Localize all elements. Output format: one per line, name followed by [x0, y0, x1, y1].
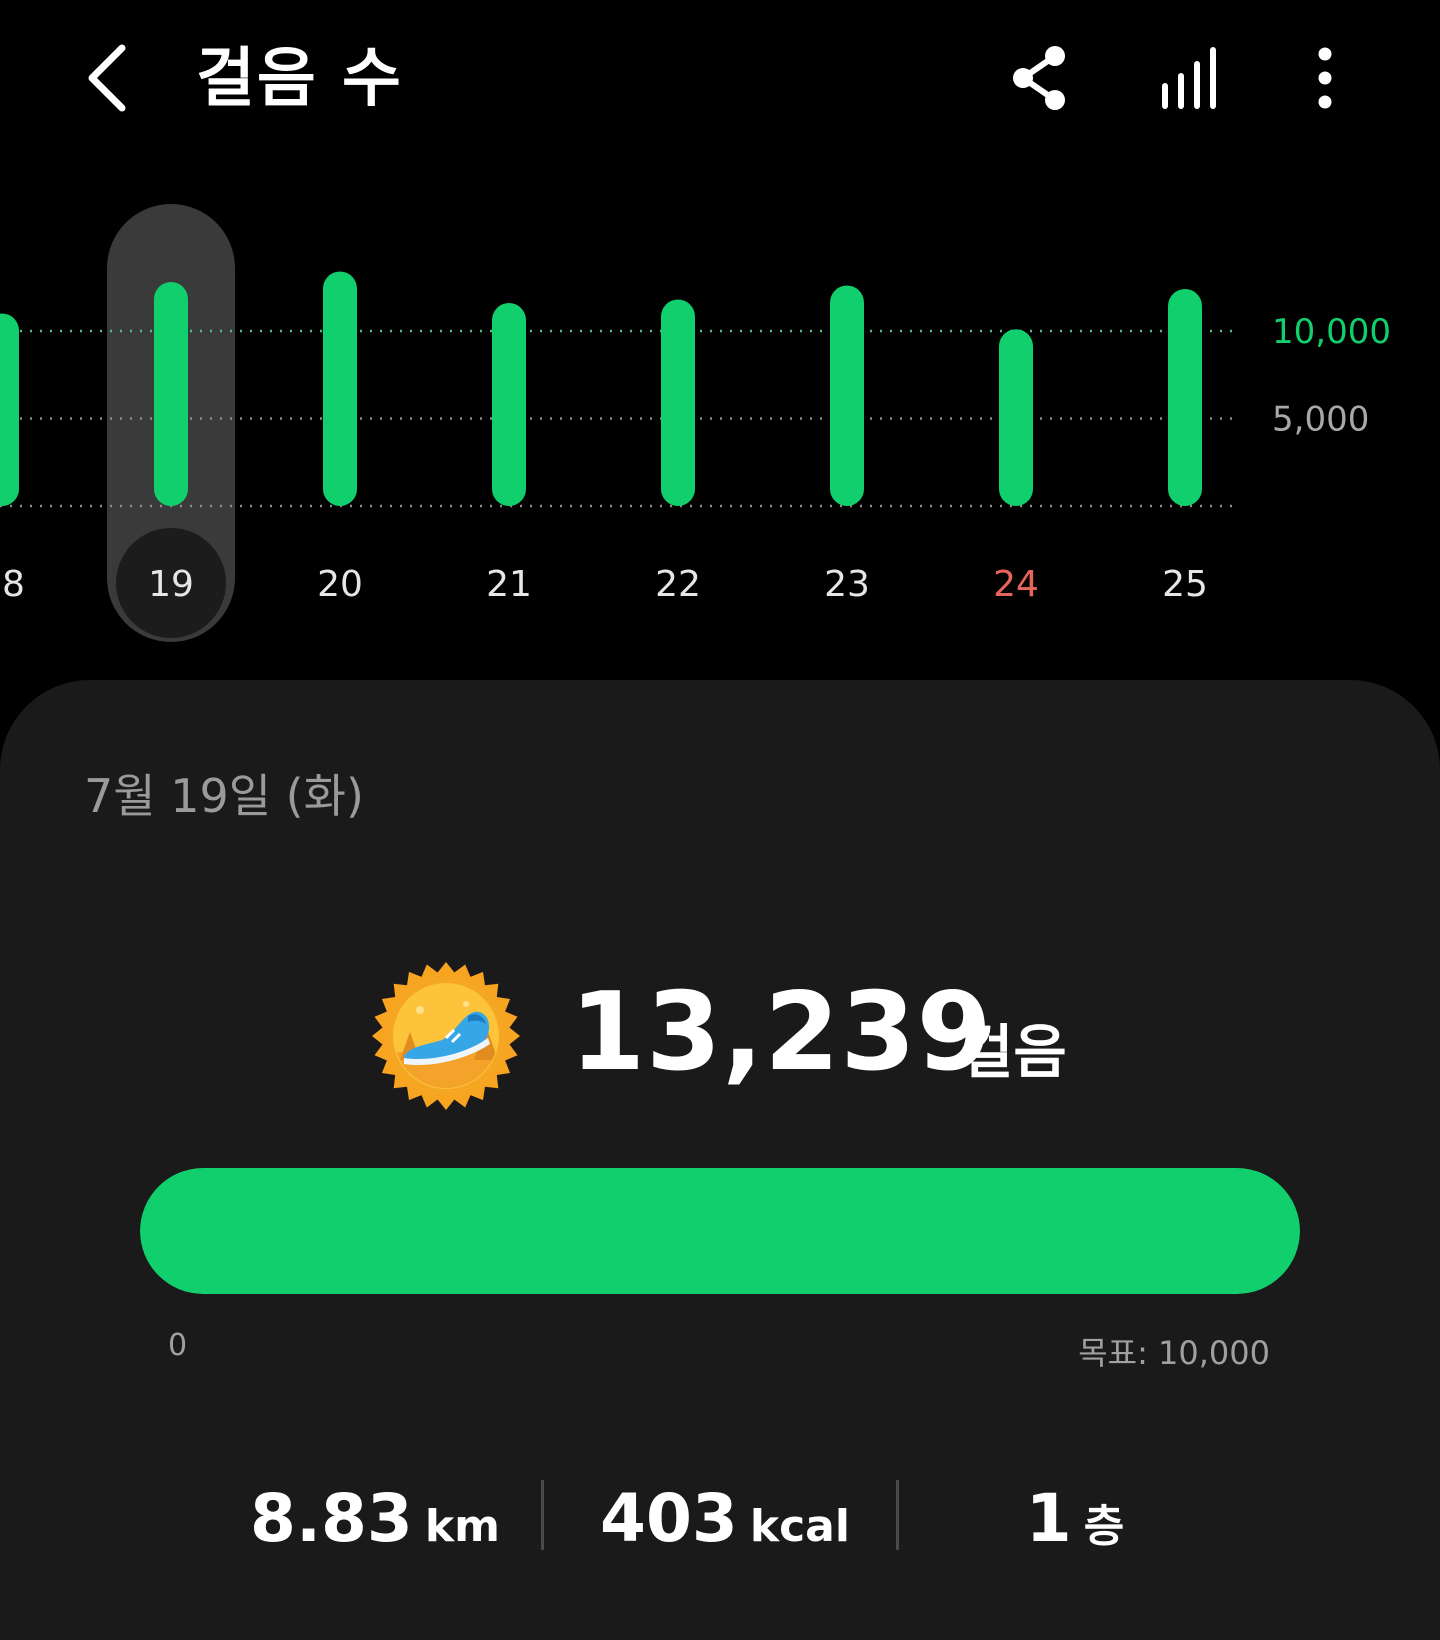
calories-unit: kcal — [749, 1501, 850, 1552]
steps-unit: 걸음 — [960, 1018, 1067, 1086]
x-tick-label[interactable]: 20 — [317, 564, 363, 605]
x-tick-label[interactable]: 25 — [1162, 564, 1208, 605]
share-icon — [1013, 46, 1065, 110]
bar[interactable] — [999, 329, 1033, 506]
progress-min-label: 0 — [168, 1328, 188, 1363]
floors-value: 1 — [1025, 1480, 1072, 1557]
y-tick-label: 10,000 — [1272, 312, 1391, 352]
calories-stat: 403 kcal — [560, 1480, 890, 1580]
x-tick-label[interactable]: 23 — [824, 564, 870, 605]
back-button[interactable] — [78, 38, 138, 118]
x-tick-label[interactable]: 22 — [655, 564, 701, 605]
bar-chart-icon — [1162, 47, 1216, 109]
bar[interactable] — [323, 271, 357, 507]
goal-progress-bar — [140, 1168, 1300, 1294]
x-tick-label[interactable]: 24 — [993, 564, 1039, 605]
trends-button[interactable] — [1155, 40, 1225, 116]
calories-value: 403 — [600, 1480, 738, 1557]
bar[interactable] — [0, 313, 19, 507]
floors-unit: 층 — [1083, 1501, 1125, 1552]
steps-summary: 13,239 걸음 — [360, 960, 1120, 1120]
goal-progress-fill — [140, 1168, 1300, 1294]
more-options-button[interactable] — [1295, 40, 1355, 116]
x-tick-label[interactable]: 18 — [0, 564, 25, 605]
x-tick-label[interactable]: 21 — [486, 564, 532, 605]
distance-stat: 8.83 km — [210, 1480, 540, 1580]
selected-date: 7월 19일 (화) — [84, 769, 364, 823]
bar[interactable] — [154, 282, 188, 506]
day-detail-card: 7월 19일 (화) 13,239 걸음 0 목표: 10,000 8.83 k… — [0, 680, 1440, 1640]
app-header: 걸음 수 — [0, 0, 1440, 160]
distance-unit: km — [424, 1501, 500, 1552]
share-button[interactable] — [1005, 40, 1075, 116]
bar[interactable] — [1168, 289, 1202, 506]
distance-value: 8.83 — [250, 1480, 413, 1557]
stat-divider — [541, 1480, 544, 1550]
more-vertical-icon — [1318, 47, 1332, 109]
stat-divider — [896, 1480, 899, 1550]
sneaker-medal-icon — [372, 962, 520, 1110]
x-tick-label[interactable]: 19 — [148, 564, 194, 605]
progress-goal-label: 목표: 10,000 — [1078, 1334, 1270, 1372]
steps-count: 13,239 — [570, 970, 993, 1095]
chevron-left-icon — [88, 44, 126, 112]
y-tick-label: 5,000 — [1272, 400, 1369, 440]
bar[interactable] — [661, 299, 695, 507]
page-title: 걸음 수 — [196, 42, 403, 116]
steps-bar-chart: 10,000 5,000 18 19 20 21 22 23 24 25 — [0, 204, 1391, 642]
activity-stats: 8.83 km 403 kcal 1 층 — [0, 1480, 1440, 1580]
bar[interactable] — [830, 285, 864, 507]
bar[interactable] — [492, 303, 526, 506]
floors-stat: 1 층 — [910, 1480, 1240, 1580]
daily-steps-chart[interactable]: 10,000 5,000 18 19 20 21 22 23 24 25 — [0, 190, 1440, 660]
